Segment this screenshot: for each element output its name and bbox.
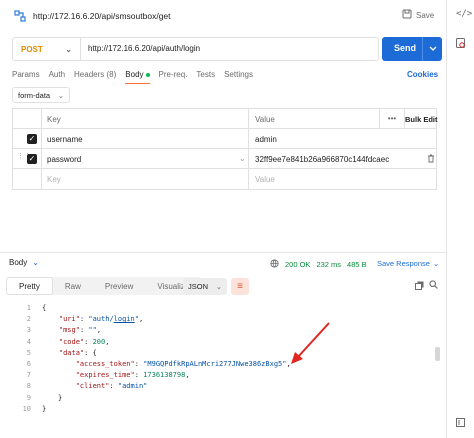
row-key[interactable]: password ⌄ (42, 149, 249, 168)
row-checkbox[interactable]: ✓ (27, 134, 37, 144)
annotation-arrow (291, 322, 330, 364)
request-icon (14, 10, 26, 22)
right-sidebar: </> (448, 0, 474, 438)
copy-icon[interactable] (415, 281, 424, 292)
save-response-label: Save Response (377, 259, 430, 268)
tab-pre-request[interactable]: Pre-req. (159, 70, 188, 84)
code-line: 2 "uri": "auth/login", (26, 315, 144, 324)
code-line: 4 "code": 200, (26, 337, 110, 346)
chevron-down-icon: ⌄ (65, 44, 72, 54)
request-title[interactable]: http://172.16.6.20/api/smsoutbox/get (33, 11, 171, 21)
tab-body-label: Body (125, 70, 144, 79)
row-value[interactable]: admin (249, 129, 438, 148)
request-tabs: Params Auth Headers (8) Body Pre-req. Te… (12, 70, 262, 84)
tab-headers[interactable]: Headers (8) (74, 70, 116, 84)
status-code[interactable]: 200 OK (285, 260, 310, 269)
code-line: 1{ (26, 304, 47, 312)
row-value[interactable]: 32ff9ee7e841b26a966870c144fdcaec (249, 149, 438, 168)
code-scrollbar[interactable] (435, 347, 440, 361)
tab-tests[interactable]: Tests (196, 70, 215, 84)
table-header-row: Key Value ••• Bulk Edit (13, 109, 438, 129)
code-line: 10} (22, 404, 47, 413)
chevron-down-icon: ⌄ (215, 282, 222, 291)
format-select[interactable]: JSON ⌄ (183, 278, 227, 295)
more-options-icon[interactable]: ••• (379, 109, 405, 128)
code-line: 9} (26, 393, 63, 402)
globe-icon[interactable] (270, 259, 279, 270)
url-link[interactable]: login (114, 315, 135, 323)
send-label: Send (394, 43, 417, 53)
cookies-link[interactable]: Cookies (407, 70, 438, 79)
body-mode-label: form-data (18, 90, 51, 100)
body-indicator-dot (145, 72, 150, 77)
url-input[interactable]: http://172.16.6.20/api/auth/login (88, 44, 200, 53)
tab-body[interactable]: Body (125, 70, 150, 84)
form-data-table: Key Value ••• Bulk Edit ✓ username admin… (12, 108, 438, 190)
response-view-tabs: Pretty Raw Preview Visualize (6, 277, 202, 295)
tab-settings[interactable]: Settings (224, 70, 253, 84)
wrap-lines-icon[interactable]: ≡ (231, 278, 249, 295)
table-row: ⋮⋮ ✓ password ⌄ 32ff9ee7e841b26a966870c14… (13, 149, 436, 169)
column-header-key: Key (42, 109, 249, 128)
table-row: ✓ username admin (13, 129, 436, 149)
method-select[interactable]: POST ⌄ (13, 38, 81, 60)
body-mode-select[interactable]: form-data ⌄ (12, 87, 70, 103)
format-label: JSON (188, 282, 209, 291)
tab-preview[interactable]: Preview (93, 277, 145, 295)
chevron-down-icon: ⌄ (32, 258, 39, 267)
send-options-chevron-icon[interactable] (422, 37, 442, 61)
code-line: 3 "msg": "", (26, 326, 102, 335)
save-label: Save (416, 10, 435, 20)
save-icon (402, 9, 412, 21)
response-body-code[interactable]: 1{ 2 "uri": "auth/login", 3 "msg": "", 4… (0, 303, 440, 415)
row-checkbox[interactable]: ✓ (27, 154, 37, 164)
column-header-value: Value (255, 115, 275, 124)
key-placeholder[interactable]: Key (42, 169, 249, 189)
tab-raw[interactable]: Raw (53, 277, 93, 295)
code-line: 8 "client": "admin" (26, 382, 148, 391)
row-key[interactable]: username (42, 129, 249, 148)
code-line: 6 "access_token": "M9GQPdfkRpALnMcri277J… (26, 359, 291, 368)
chevron-down-icon[interactable]: ⌄ (239, 154, 246, 163)
save-button[interactable]: Save (402, 9, 434, 21)
request-header: http://172.16.6.20/api/smsoutbox/get Sav… (0, 0, 447, 32)
request-panel: http://172.16.6.20/api/smsoutbox/get Sav… (0, 0, 447, 438)
search-icon[interactable] (429, 280, 438, 291)
info-panel-icon[interactable] (456, 38, 466, 52)
tab-params[interactable]: Params (12, 70, 40, 84)
tab-auth[interactable]: Auth (49, 70, 65, 84)
expand-icon[interactable] (456, 418, 465, 430)
response-section-select[interactable]: Body ⌄ (9, 258, 39, 267)
response-status-bar: 200 OK 232 ms 485 B (270, 259, 367, 270)
save-response-button[interactable]: Save Response ⌄ (377, 259, 439, 268)
send-button[interactable]: Send (382, 37, 442, 61)
tab-pretty[interactable]: Pretty (6, 277, 53, 295)
url-bar: POST ⌄ http://172.16.6.20/api/auth/login (12, 37, 379, 61)
bulk-edit-button[interactable]: Bulk Edit (405, 109, 438, 128)
code-icon[interactable]: </> (456, 9, 472, 19)
value-placeholder[interactable]: Value (249, 169, 438, 189)
method-label: POST (21, 44, 43, 54)
response-time[interactable]: 232 ms (316, 260, 341, 269)
code-line: 5 "data": { (26, 348, 97, 357)
code-line: 7 "expires_time": 1736138798, (26, 371, 190, 380)
trash-icon[interactable] (427, 154, 435, 165)
response-size[interactable]: 485 B (347, 260, 367, 269)
chevron-down-icon: ⌄ (432, 259, 440, 268)
row-key-text: password (47, 155, 82, 164)
response-section-label: Body (9, 258, 28, 267)
chevron-down-icon: ⌄ (57, 90, 64, 100)
table-row-empty: Key Value (13, 169, 436, 189)
